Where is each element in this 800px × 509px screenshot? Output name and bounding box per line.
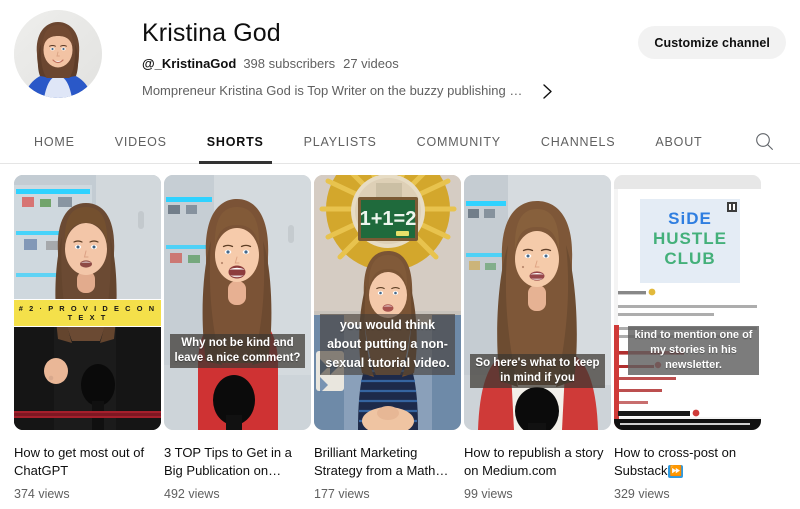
channel-header: Kristina God @_KristinaGod 398 subscriber… xyxy=(0,0,800,120)
video-count: 27 videos xyxy=(343,56,399,71)
thumbnail-caption: So here's what to keep in mind if you xyxy=(470,354,605,388)
short-title[interactable]: 3 TOP Tips to Get in a Big Publication o… xyxy=(164,444,311,480)
short-title[interactable]: How to cross-post on Substack ⏩ xyxy=(614,444,761,480)
thumbnail-banner: # 2 · P R O V I D E C O N T E X T xyxy=(14,299,161,327)
short-thumbnail-image xyxy=(464,175,611,430)
short-thumbnail[interactable]: So here's what to keep in mind if you xyxy=(464,175,611,430)
short-title[interactable]: Brilliant Marketing Strategy from a Math… xyxy=(314,444,461,480)
tab-shorts[interactable]: SHORTS xyxy=(187,120,284,164)
short-card[interactable]: Why not be kind and leave a nice comment… xyxy=(164,175,311,502)
short-views: 492 views xyxy=(164,487,220,501)
avatar[interactable] xyxy=(14,10,102,98)
logo-line-3: CLUB xyxy=(664,249,715,268)
thumbnail-caption: you would think about putting a non-sexu… xyxy=(320,314,455,375)
channel-tabs: HOME VIDEOS SHORTS PLAYLISTS COMMUNITY C… xyxy=(14,120,722,164)
thumbnail-caption: kind to mention one of my stories in his… xyxy=(628,326,759,375)
tab-community[interactable]: COMMUNITY xyxy=(397,120,521,163)
short-thumbnail-image xyxy=(164,175,311,430)
logo-line-2: HUSTLE xyxy=(653,229,727,248)
short-thumbnail[interactable]: SiDE HUSTLE CLUB kind to mention one of … xyxy=(614,175,761,430)
svg-text:1+1=2: 1+1=2 xyxy=(360,208,417,230)
short-thumbnail-image: SiDE HUSTLE CLUB xyxy=(614,175,761,430)
short-views: 177 views xyxy=(314,487,370,501)
subscriber-count: 398 subscribers xyxy=(243,56,336,71)
search-icon[interactable] xyxy=(752,130,776,154)
short-views: 329 views xyxy=(614,487,670,501)
channel-handle[interactable]: @_KristinaGod xyxy=(142,56,236,71)
tab-about[interactable]: ABOUT xyxy=(635,120,722,163)
short-card[interactable]: SiDE HUSTLE CLUB kind to mention one of … xyxy=(614,175,761,502)
thumbnail-caption: Why not be kind and leave a nice comment… xyxy=(170,334,305,368)
logo-line-1: SiDE xyxy=(668,209,712,228)
channel-description-row[interactable]: Mompreneur Kristina God is Top Writer on… xyxy=(142,82,786,100)
customize-channel-button[interactable]: Customize channel xyxy=(638,26,786,59)
short-card[interactable]: So here's what to keep in mind if you Ho… xyxy=(464,175,611,502)
fast-forward-icon: ⏩ xyxy=(668,465,683,478)
short-thumbnail-image: 1+1=2 xyxy=(314,175,461,430)
chevron-right-icon[interactable] xyxy=(541,83,554,100)
short-title[interactable]: How to republish a story on Medium.com xyxy=(464,444,611,480)
tab-home[interactable]: HOME xyxy=(14,120,95,163)
tab-channels[interactable]: CHANNELS xyxy=(521,120,635,163)
shorts-grid: # 2 · P R O V I D E C O N T E X T How to… xyxy=(0,164,800,502)
short-title[interactable]: How to get most out of ChatGPT xyxy=(14,444,161,480)
short-card[interactable]: # 2 · P R O V I D E C O N T E X T How to… xyxy=(14,175,161,502)
short-views: 99 views xyxy=(464,487,513,501)
avatar-image xyxy=(14,10,102,98)
tab-videos[interactable]: VIDEOS xyxy=(95,120,187,163)
short-thumbnail[interactable]: Why not be kind and leave a nice comment… xyxy=(164,175,311,430)
short-thumbnail[interactable]: 1+1=2 you would think about putting a no… xyxy=(314,175,461,430)
tab-playlists[interactable]: PLAYLISTS xyxy=(284,120,397,163)
short-card[interactable]: 1+1=2 you would think about putting a no… xyxy=(314,175,461,502)
channel-description: Mompreneur Kristina God is Top Writer on… xyxy=(142,83,524,98)
short-thumbnail[interactable]: # 2 · P R O V I D E C O N T E X T xyxy=(14,175,161,430)
short-views: 374 views xyxy=(14,487,70,501)
channel-tabs-bar: HOME VIDEOS SHORTS PLAYLISTS COMMUNITY C… xyxy=(0,120,800,164)
